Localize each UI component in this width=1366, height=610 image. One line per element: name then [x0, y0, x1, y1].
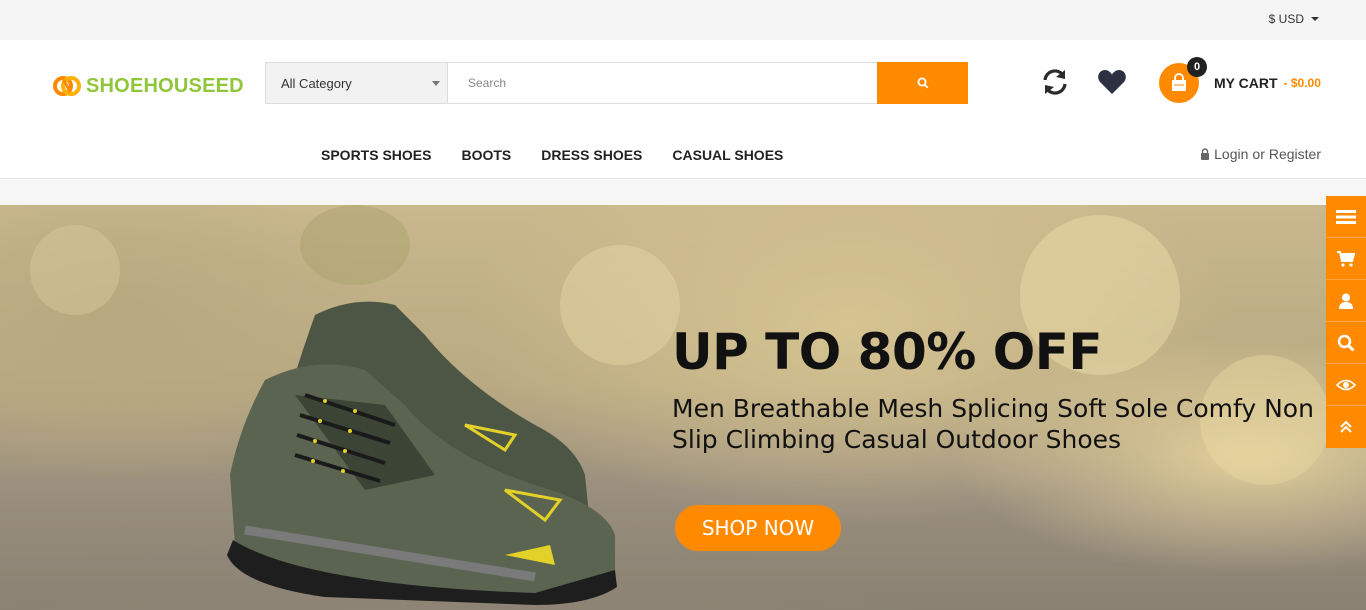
bokeh-light: [300, 205, 410, 285]
shopping-bag-icon: [1172, 73, 1186, 91]
side-toolbar: [1326, 196, 1366, 448]
account-links: Login or Register: [1200, 146, 1321, 162]
side-account-button[interactable]: [1326, 280, 1366, 322]
cart-label: MY CART: [1214, 75, 1278, 91]
side-search-button[interactable]: [1326, 322, 1366, 364]
logo-text: SHOEHOUSEED: [86, 74, 244, 97]
banner-subhead: Men Breathable Mesh Splicing Soft Sole C…: [672, 394, 1314, 454]
header-divider-strip: [0, 180, 1366, 205]
login-or-text: or: [1252, 146, 1265, 162]
site-header: SHOEHOUSEED All Category Search 0 MY CAR…: [0, 40, 1366, 128]
chevron-down-icon: [432, 81, 440, 86]
currency-selector[interactable]: $ USD: [1269, 12, 1319, 26]
side-scroll-top-button[interactable]: [1326, 406, 1366, 448]
currency-label: $ USD: [1268, 12, 1304, 26]
cart-bubble: 0: [1159, 57, 1207, 103]
login-link[interactable]: Login: [1214, 146, 1248, 162]
chevron-down-icon: [1311, 17, 1319, 21]
nav-item-boots[interactable]: BOOTS: [461, 147, 511, 163]
cart-button[interactable]: 0 MY CART - $0.00: [1159, 57, 1321, 104]
nav-item-casual-shoes[interactable]: CASUAL SHOES: [672, 147, 783, 163]
chevron-up-icon: [1340, 420, 1352, 433]
cart-count-badge: 0: [1187, 57, 1207, 77]
logo-icon: [53, 76, 81, 96]
search-button[interactable]: [877, 62, 968, 104]
banner-headline: UP TO 80% OFF: [672, 323, 1103, 381]
user-icon: [1339, 293, 1353, 309]
lock-icon: [1201, 148, 1210, 160]
search-bar: All Category: [265, 62, 968, 104]
eye-icon: [1336, 379, 1356, 390]
category-select-value: All Category: [281, 75, 352, 91]
side-menu-button[interactable]: [1326, 196, 1366, 238]
nav-items: SPORTS SHOES BOOTS DRESS SHOES CASUAL SH…: [321, 147, 783, 163]
register-link[interactable]: Register: [1269, 146, 1321, 162]
bokeh-light: [30, 225, 120, 315]
category-select[interactable]: All Category: [266, 63, 448, 103]
search-input[interactable]: [448, 63, 877, 103]
main-nav: SPORTS SHOES BOOTS DRESS SHOES CASUAL SH…: [0, 128, 1366, 179]
shop-now-button[interactable]: SHOP NOW: [675, 505, 841, 551]
search-icon: [1337, 334, 1355, 352]
nav-item-dress-shoes[interactable]: DRESS SHOES: [541, 147, 642, 163]
side-recently-viewed-button[interactable]: [1326, 364, 1366, 406]
top-bar: $ USD: [0, 0, 1366, 40]
side-cart-button[interactable]: [1326, 238, 1366, 280]
hiking-shoes-image: [227, 301, 617, 605]
search-icon: [917, 77, 929, 89]
wishlist-heart-icon[interactable]: [1097, 68, 1127, 96]
cart-total: - $0.00: [1283, 76, 1321, 90]
nav-item-sports-shoes[interactable]: SPORTS SHOES: [321, 147, 431, 163]
hero-banner: UP TO 80% OFF Men Breathable Mesh Splici…: [0, 205, 1366, 610]
menu-icon: [1336, 209, 1356, 224]
site-logo[interactable]: SHOEHOUSEED: [52, 71, 244, 101]
cart-icon: [1337, 250, 1355, 267]
compare-icon[interactable]: [1041, 68, 1069, 96]
